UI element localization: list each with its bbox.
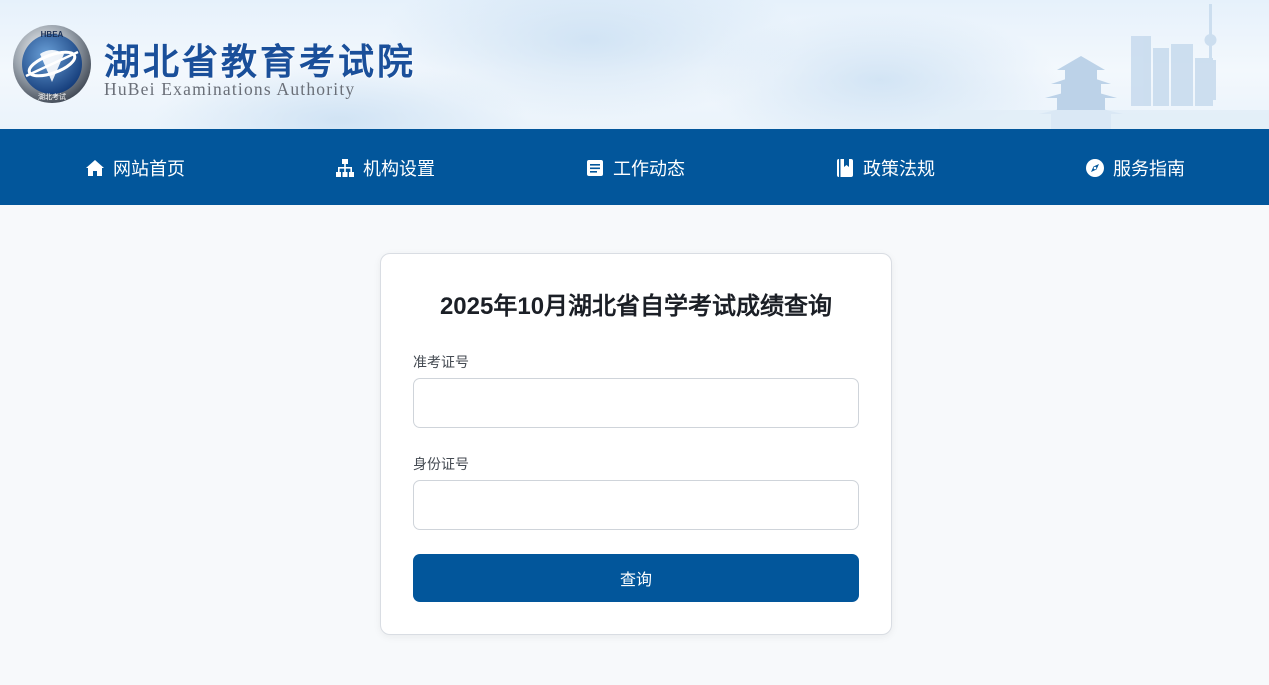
newspaper-icon bbox=[585, 158, 605, 178]
org-name-chinese: 湖北省教育考试院 bbox=[104, 41, 417, 83]
sitemap-icon bbox=[335, 158, 355, 178]
nav-item-label: 网站首页 bbox=[113, 159, 185, 179]
id-card-label: 身份证号 bbox=[413, 456, 469, 472]
nav-item-news[interactable]: 工作动态 bbox=[585, 155, 685, 181]
nav-item-policies[interactable]: 政策法规 bbox=[835, 155, 935, 181]
city-skyline-decoration bbox=[939, 4, 1269, 129]
hbea-emblem-logo: HBEA 湖北考试 bbox=[13, 25, 91, 103]
emblem-top-text: HBEA bbox=[41, 30, 64, 39]
exam-id-label: 准考证号 bbox=[413, 354, 469, 370]
compass-icon bbox=[1085, 158, 1105, 178]
header-banner: HBEA 湖北考试 湖北省教育考试院 HuBei Examinations Au… bbox=[0, 0, 1269, 129]
nav-item-service-guide[interactable]: 服务指南 bbox=[1085, 155, 1185, 181]
exam-id-input[interactable] bbox=[413, 378, 859, 428]
nav-item-label: 工作动态 bbox=[613, 159, 685, 179]
book-icon bbox=[835, 158, 855, 178]
main-content: 2025年10月湖北省自学考试成绩查询 准考证号 身份证号 查询 bbox=[0, 205, 1269, 685]
emblem-bottom-text: 湖北考试 bbox=[38, 92, 66, 101]
home-icon bbox=[85, 158, 105, 178]
nav-item-label: 政策法规 bbox=[863, 159, 935, 179]
nav-item-label: 机构设置 bbox=[363, 159, 435, 179]
org-name-english: HuBei Examinations Authority bbox=[104, 79, 356, 99]
score-query-card: 2025年10月湖北省自学考试成绩查询 准考证号 身份证号 查询 bbox=[380, 253, 892, 635]
id-card-input[interactable] bbox=[413, 480, 859, 530]
nav-item-label: 服务指南 bbox=[1113, 159, 1185, 179]
nav-item-home[interactable]: 网站首页 bbox=[85, 155, 185, 181]
query-button[interactable]: 查询 bbox=[413, 554, 859, 602]
main-nav: 网站首页 机构设置 工作动态 政策法规 服务指南 bbox=[0, 129, 1269, 205]
form-title: 2025年10月湖北省自学考试成绩查询 bbox=[439, 293, 833, 320]
nav-item-organization[interactable]: 机构设置 bbox=[335, 155, 435, 181]
